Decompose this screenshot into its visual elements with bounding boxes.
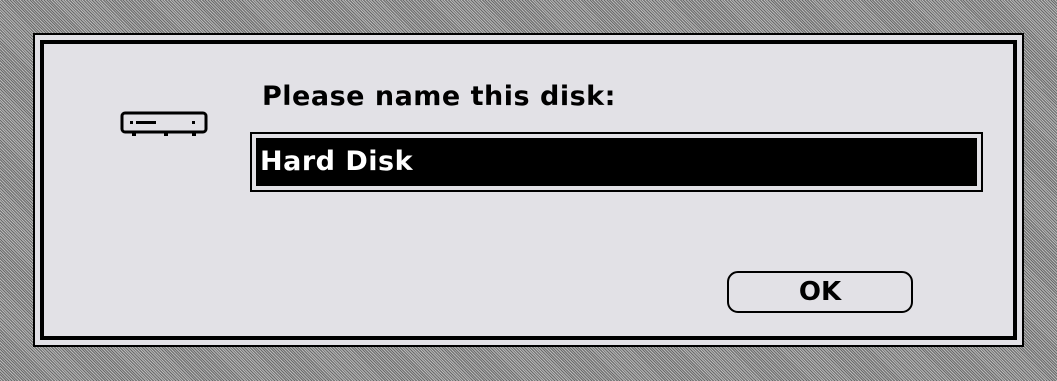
ok-button[interactable]: OK xyxy=(727,271,913,313)
disk-name-input[interactable]: Hard Disk xyxy=(250,132,983,192)
rename-disk-dialog: Please name this disk: Hard Disk OK xyxy=(33,33,1024,347)
disk-name-selected-text[interactable]: Hard Disk xyxy=(256,138,977,186)
prompt-label: Please name this disk: xyxy=(262,81,616,112)
hard-disk-icon xyxy=(120,111,208,137)
dialog-content: Please name this disk: Hard Disk OK xyxy=(40,40,1017,340)
ok-button-label: OK xyxy=(798,277,842,307)
